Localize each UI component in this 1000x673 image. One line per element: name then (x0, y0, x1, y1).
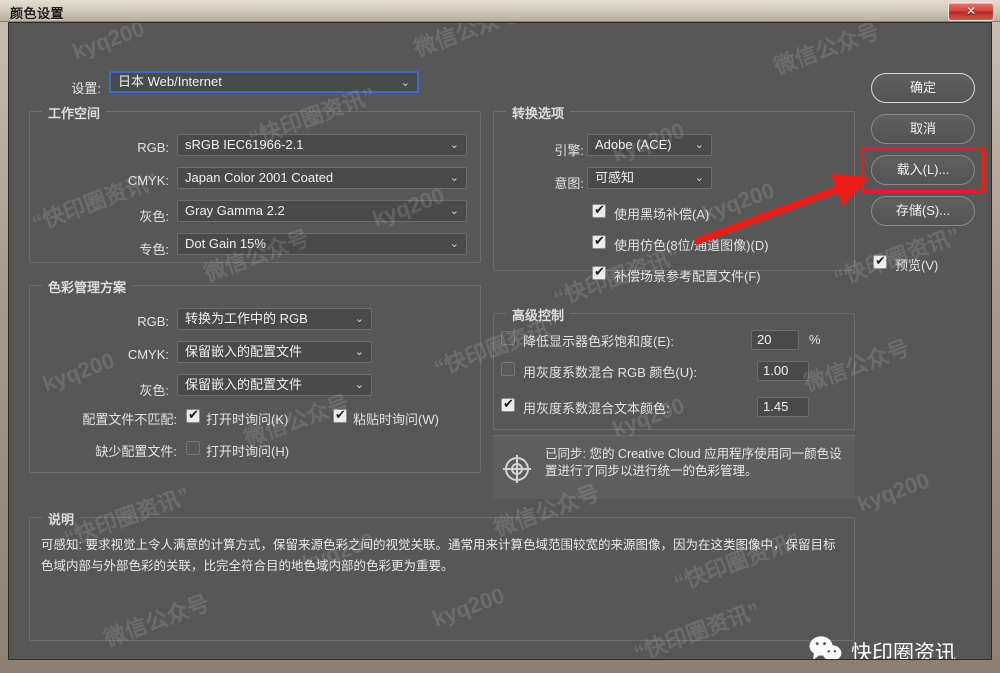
intent-select[interactable]: 可感知 ⌄ (587, 167, 712, 189)
ws-gray-select[interactable]: Gray Gamma 2.2 ⌄ (177, 200, 467, 222)
ask-when-opening-missing-checkbox[interactable] (186, 441, 200, 455)
desaturate-monitor-unit: % (809, 332, 821, 347)
cmp-rgb-select[interactable]: 转换为工作中的 RGB ⌄ (177, 308, 372, 330)
chevron-down-icon: ⌄ (354, 313, 364, 325)
watermark-text: kyq200 (69, 23, 148, 65)
sync-notice-text: 已同步: 您的 Creative Cloud 应用程序使用同一颜色设置进行了同步… (545, 447, 842, 478)
black-point-compensation-checkbox[interactable] (592, 202, 606, 218)
chevron-down-icon: ⌄ (354, 379, 364, 391)
ws-spot-value: Dot Gain 15% (185, 236, 266, 251)
scene-referred-profiles-checkbox[interactable] (592, 264, 606, 280)
blend-rgb-gamma-label: 用灰度系数混合 RGB 颜色(U): (523, 365, 698, 380)
load-button[interactable]: 载入(L)... (871, 155, 975, 185)
cmp-gray-label: 灰色: (139, 383, 169, 398)
close-button[interactable]: ✕ (948, 2, 994, 21)
window-title: 颜色设置 (10, 6, 65, 21)
sync-target-icon (501, 453, 533, 490)
preview-label: 预览(V) (895, 258, 939, 273)
chevron-down-icon: ⌄ (449, 205, 459, 217)
watermark-text: 微信公众号 (770, 23, 883, 80)
settings-label: 设置: (71, 81, 101, 96)
cmp-gray-select[interactable]: 保留嵌入的配置文件 ⌄ (177, 374, 372, 396)
ws-cmyk-select[interactable]: Japan Color 2001 Coated ⌄ (177, 167, 467, 189)
chevron-down-icon: ⌄ (694, 172, 704, 184)
ask-when-opening-mismatch-label: 打开时询问(K) (206, 412, 289, 427)
description-text: 可感知: 要求视觉上令人满意的计算方式，保留来源色彩之间的视觉关联。通常用来计算… (41, 538, 836, 573)
ask-when-pasting-mismatch-checkbox[interactable] (333, 407, 347, 423)
ws-spot-select[interactable]: Dot Gain 15% ⌄ (177, 233, 467, 255)
cmp-rgb-value: 转换为工作中的 RGB (185, 311, 308, 326)
save-button[interactable]: 存储(S)... (871, 196, 975, 226)
chevron-down-icon: ⌄ (694, 139, 704, 151)
chevron-down-icon: ⌄ (449, 238, 459, 250)
cancel-button[interactable]: 取消 (871, 114, 975, 144)
intent-label: 意图: (554, 176, 584, 191)
ws-rgb-value: sRGB IEC61966-2.1 (185, 137, 304, 152)
sync-notice: 已同步: 您的 Creative Cloud 应用程序使用同一颜色设置进行了同步… (493, 435, 855, 499)
window-frame: 颜色设置 ✕ kyq200 “快印圈资讯” 微信公众号 kyq200 微信公众号… (0, 0, 1000, 673)
ask-when-pasting-mismatch-label: 粘贴时询问(W) (353, 412, 439, 427)
watermark-text: 微信公众号 (410, 23, 523, 62)
ws-cmyk-label: CMYK: (127, 173, 169, 188)
ws-cmyk-value: Japan Color 2001 Coated (185, 170, 334, 185)
watermark-text: kyq200 (854, 467, 933, 517)
cmp-cmyk-label: CMYK: (127, 347, 169, 362)
profile-mismatch-label: 配置文件不匹配: (82, 412, 177, 427)
blend-text-gamma-checkbox[interactable] (501, 396, 515, 412)
blend-text-gamma-label: 用灰度系数混合文本颜色: (523, 401, 670, 416)
desaturate-monitor-label: 降低显示器色彩饱和度(E): (523, 334, 674, 349)
engine-select[interactable]: Adobe (ACE) ⌄ (587, 134, 712, 156)
desaturate-monitor-checkbox[interactable] (501, 331, 515, 345)
ws-rgb-select[interactable]: sRGB IEC61966-2.1 ⌄ (177, 134, 467, 156)
ws-gray-label: 灰色: (139, 209, 169, 224)
cmp-rgb-label: RGB: (137, 314, 169, 329)
missing-profile-label: 缺少配置文件: (95, 444, 177, 459)
desaturate-monitor-input[interactable]: 20 (751, 330, 799, 350)
color-settings-dialog: kyq200 “快印圈资讯” 微信公众号 kyq200 微信公众号 “快印圈资讯… (8, 22, 992, 660)
working-spaces-title: 工作空间 (42, 103, 107, 122)
title-bar: 颜色设置 ✕ (0, 0, 1000, 22)
wechat-icon (809, 635, 843, 659)
scene-referred-profiles-label: 补偿场景参考配置文件(F) (614, 269, 761, 284)
ask-when-opening-mismatch-checkbox[interactable] (186, 407, 200, 423)
chevron-down-icon: ⌄ (449, 172, 459, 184)
use-dither-label: 使用仿色(8位/通道图像)(D) (614, 238, 769, 253)
chevron-down-icon: ⌄ (400, 77, 410, 89)
blend-rgb-gamma-input[interactable]: 1.00 (757, 361, 809, 381)
use-dither-checkbox[interactable] (592, 233, 606, 249)
ws-spot-label: 专色: (139, 242, 169, 257)
blend-rgb-gamma-checkbox[interactable] (501, 362, 515, 376)
black-point-compensation-label: 使用黑场补偿(A) (614, 207, 710, 222)
blend-text-gamma-input[interactable]: 1.45 (757, 397, 809, 417)
chevron-down-icon: ⌄ (354, 346, 364, 358)
advanced-controls-title: 高级控制 (506, 305, 571, 324)
wechat-label: 快印圈资讯 (851, 642, 956, 660)
preview-checkbox[interactable] (873, 253, 887, 269)
color-management-policies-title: 色彩管理方案 (42, 277, 133, 296)
ws-gray-value: Gray Gamma 2.2 (185, 203, 285, 218)
ask-when-opening-missing-label: 打开时询问(H) (206, 444, 290, 459)
settings-select-value: 日本 Web/Internet (118, 74, 222, 89)
intent-value: 可感知 (595, 170, 635, 185)
description-title: 说明 (42, 509, 81, 528)
engine-label: 引擎: (554, 143, 584, 158)
settings-select[interactable]: 日本 Web/Internet ⌄ (109, 71, 419, 93)
chevron-down-icon: ⌄ (449, 139, 459, 151)
cmp-gray-value: 保留嵌入的配置文件 (185, 377, 303, 392)
ws-rgb-label: RGB: (137, 140, 169, 155)
wechat-badge: 快印圈资讯 (809, 635, 956, 660)
engine-value: Adobe (ACE) (595, 137, 672, 152)
cmp-cmyk-select[interactable]: 保留嵌入的配置文件 ⌄ (177, 341, 372, 363)
conversion-options-title: 转换选项 (506, 103, 571, 122)
ok-button[interactable]: 确定 (871, 73, 975, 103)
cmp-cmyk-value: 保留嵌入的配置文件 (185, 344, 303, 359)
